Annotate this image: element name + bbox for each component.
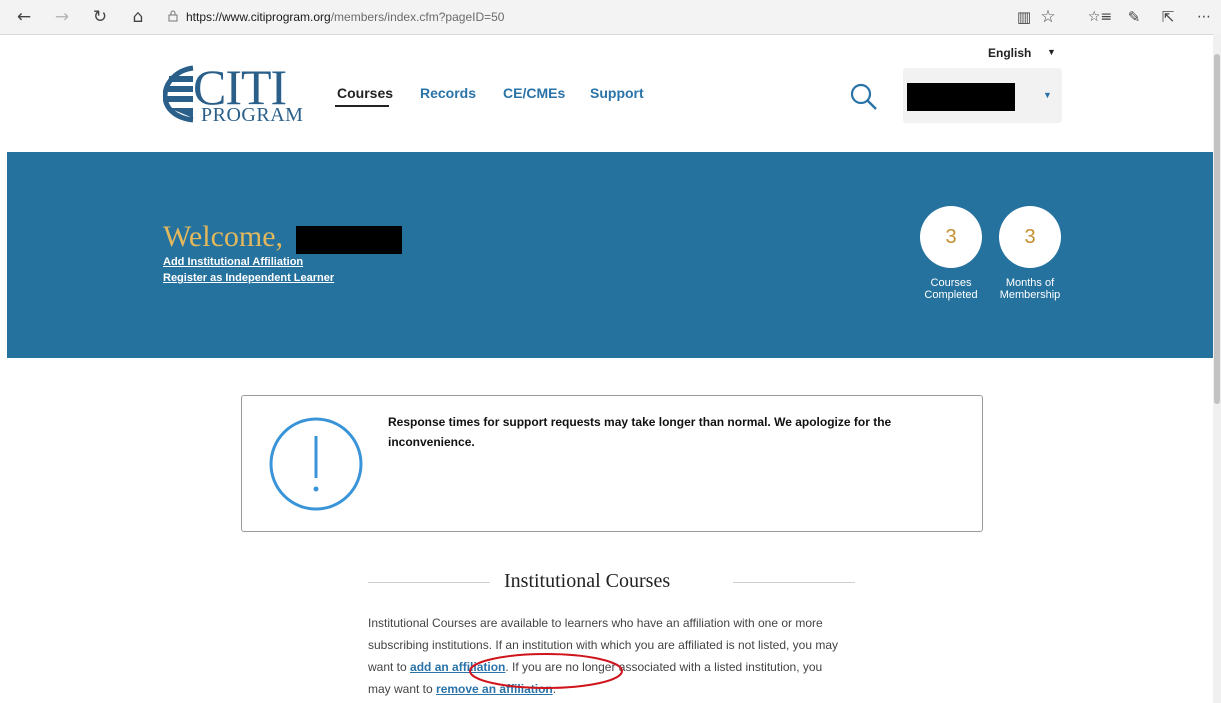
citi-logo[interactable]: CITI PROGRAM (163, 59, 304, 128)
months-membership-label: Months of Membership (999, 277, 1061, 301)
pen-icon[interactable]: ✎ (1122, 5, 1146, 29)
browser-toolbar: ← → ↻ ⌂ https://www.citiprogram.org/memb… (0, 0, 1221, 35)
nav-courses[interactable]: Courses (337, 85, 393, 101)
forward-arrow-icon[interactable]: → (50, 5, 74, 29)
months-membership-count: 3 (999, 206, 1061, 268)
institutional-courses-title: Institutional Courses (504, 570, 671, 592)
logo-program-text: PROGRAM (201, 104, 304, 126)
redacted-username (907, 83, 1015, 111)
nav-active-underline (335, 105, 389, 107)
nav-ce-cmes[interactable]: CE/CMEs (503, 85, 565, 101)
chevron-down-icon[interactable]: ▼ (1043, 90, 1052, 100)
courses-completed-label: Courses Completed (924, 277, 978, 301)
register-independent-link[interactable]: Register as Independent Learner (163, 272, 334, 284)
favorite-star-icon[interactable]: ☆ (1036, 5, 1060, 29)
nav-records[interactable]: Records (420, 85, 476, 101)
user-menu[interactable]: ▼ (903, 68, 1062, 123)
more-icon[interactable]: ⋯ (1192, 5, 1216, 29)
language-selector[interactable]: English (988, 46, 1031, 60)
address-bar[interactable]: https://www.citiprogram.org/members/inde… (168, 5, 988, 29)
redacted-name (296, 226, 402, 254)
alert-message: Response times for support requests may … (388, 415, 892, 449)
support-alert: Response times for support requests may … (241, 395, 983, 532)
chevron-down-icon[interactable]: ▼ (1047, 47, 1056, 57)
globe-mark-icon (163, 65, 194, 123)
home-icon[interactable]: ⌂ (126, 5, 150, 29)
share-icon[interactable]: ⇱ (1156, 5, 1180, 29)
page-scrollbar[interactable] (1213, 34, 1221, 703)
scrollbar-thumb[interactable] (1214, 54, 1220, 404)
alert-exclamation-icon (268, 416, 364, 517)
url-path: /members/index.cfm?pageID=50 (330, 10, 505, 24)
divider-right (733, 582, 855, 583)
welcome-banner: Welcome, Add Institutional Affiliation R… (7, 152, 1213, 358)
favorites-list-icon[interactable]: ☆≡ (1088, 5, 1112, 29)
reading-view-icon[interactable]: ▥ (1012, 5, 1036, 29)
add-affiliation-link[interactable]: Add Institutional Affiliation (163, 256, 303, 268)
courses-completed-count: 3 (920, 206, 982, 268)
annotation-ellipse (469, 653, 623, 689)
welcome-heading: Welcome, (163, 220, 284, 253)
url-host: https://www.citiprogram.org (186, 10, 331, 24)
refresh-icon[interactable]: ↻ (88, 5, 112, 29)
search-icon[interactable] (850, 83, 878, 116)
back-arrow-icon[interactable]: ← (12, 5, 36, 29)
nav-support[interactable]: Support (590, 85, 644, 101)
lock-icon (168, 10, 178, 25)
divider-left (368, 582, 490, 583)
